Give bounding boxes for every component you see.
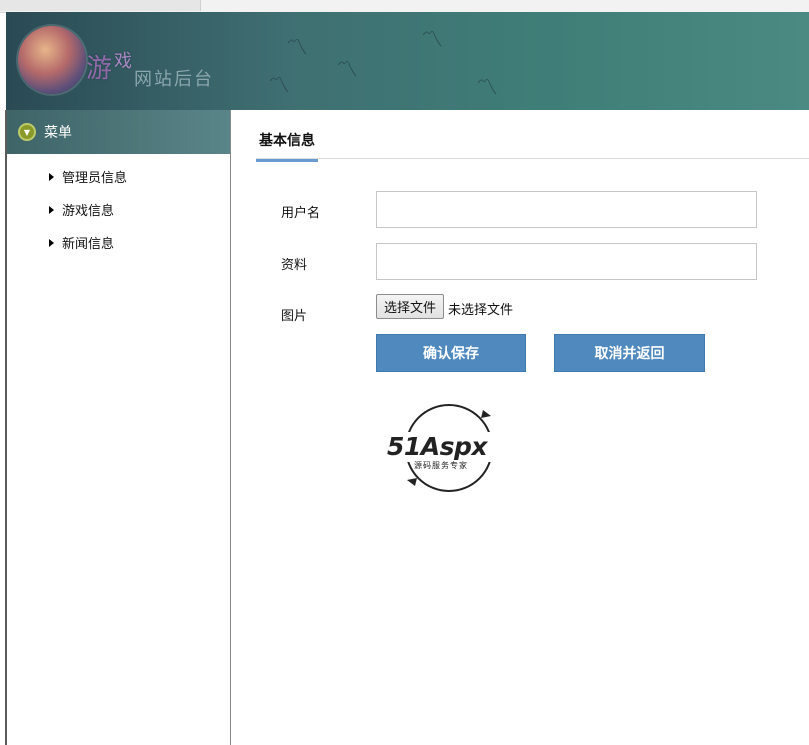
brand-char-small: 戏: [114, 51, 135, 72]
bird-decoration-icon: 〽: [268, 74, 291, 99]
bird-decoration-icon: 〽: [286, 36, 309, 61]
51aspx-watermark-logo: 51Aspx 源码服务专家: [387, 402, 511, 494]
brand-char-main: 游: [86, 54, 115, 84]
triangle-right-icon: [49, 238, 54, 247]
sidebar-item-news-info[interactable]: 新闻信息: [7, 226, 230, 259]
triangle-right-icon: [49, 172, 54, 181]
triangle-right-icon: [49, 205, 54, 214]
sidebar-item-label: 管理员信息: [62, 171, 128, 186]
sidebar-item-admin-info[interactable]: 管理员信息: [7, 160, 230, 193]
main-content: 基本信息 用户名 资料 图片 选择文件 未选择文件 确认保存 取消并返回 51A…: [229, 110, 809, 745]
file-status-text: 未选择文件: [448, 303, 514, 318]
bird-decoration-icon: 〽: [476, 76, 499, 101]
watermark-tagline: 源码服务专家: [414, 461, 468, 470]
choose-file-button[interactable]: 选择文件: [376, 294, 444, 319]
site-brand-subtitle: 网站后台: [134, 69, 214, 90]
site-brand-title: 游戏: [86, 48, 134, 85]
sidebar: ▼ 菜单 管理员信息 游戏信息 新闻信息: [5, 110, 231, 745]
watermark-brand: 51Aspx: [387, 432, 488, 461]
username-input[interactable]: [376, 191, 757, 228]
header-banner: 游戏 网站后台 〽 〽 〽 〽 〽: [6, 12, 809, 110]
browser-tab[interactable]: [0, 0, 201, 11]
image-label: 图片: [281, 309, 308, 324]
confirm-save-button[interactable]: 确认保存: [376, 334, 526, 372]
section-divider: [256, 158, 809, 159]
profile-label: 资料: [281, 258, 308, 273]
menu-header-title: 菜单: [44, 125, 72, 141]
chevron-down-icon[interactable]: ▼: [18, 123, 36, 141]
sidebar-item-label: 新闻信息: [62, 237, 115, 252]
menu-list: 管理员信息 游戏信息 新闻信息: [7, 160, 230, 259]
profile-input[interactable]: [376, 243, 757, 280]
menu-header[interactable]: ▼ 菜单: [7, 110, 230, 154]
sidebar-item-game-info[interactable]: 游戏信息: [7, 193, 230, 226]
site-logo-icon: [18, 26, 86, 94]
bird-decoration-icon: 〽: [336, 58, 359, 83]
sidebar-item-label: 游戏信息: [62, 204, 115, 219]
username-label: 用户名: [281, 206, 321, 221]
bird-decoration-icon: 〽: [421, 28, 444, 53]
cancel-return-button[interactable]: 取消并返回: [554, 334, 705, 372]
